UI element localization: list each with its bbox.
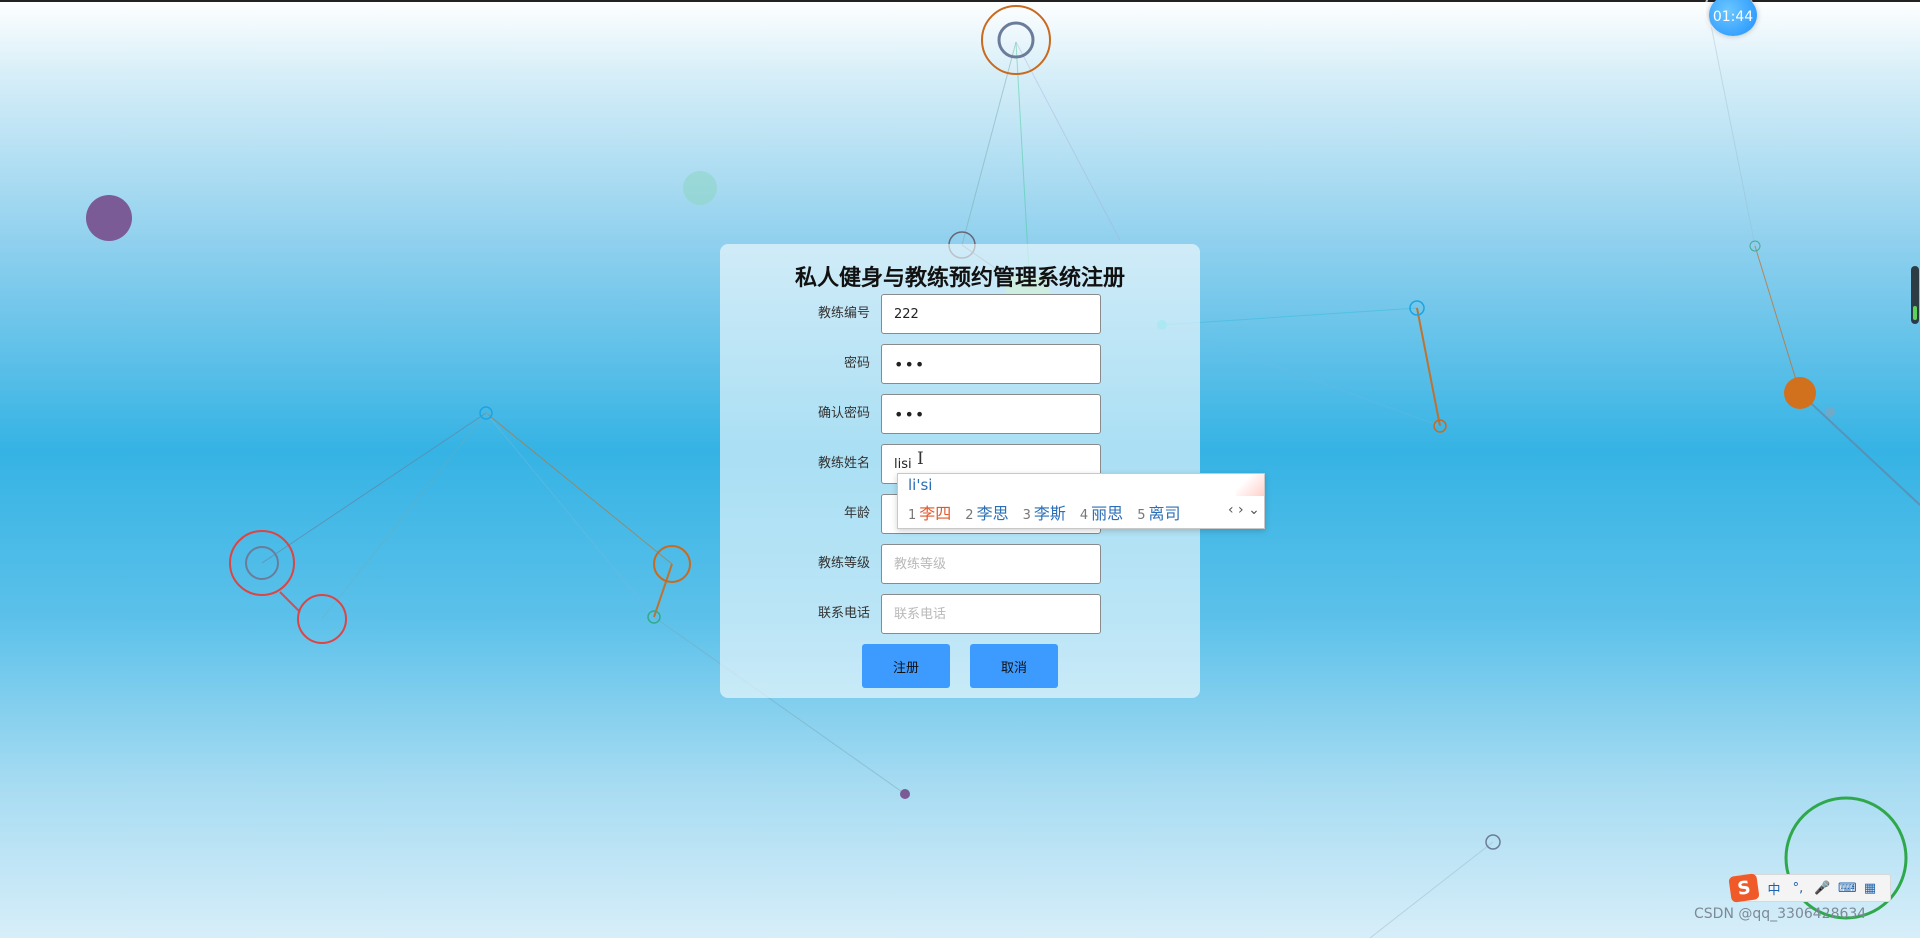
ime-skin-decoration bbox=[1236, 474, 1264, 496]
chinese-mode-icon[interactable]: 中 bbox=[1766, 879, 1782, 898]
ime-candidate[interactable]: 3 李斯 bbox=[1023, 500, 1066, 524]
candidate-word: 李斯 bbox=[1033, 504, 1066, 523]
ime-candidate-list: 1 李四 2 李思 3 李斯 4 丽思 5 离司 bbox=[908, 500, 1194, 524]
candidate-number: 2 bbox=[965, 508, 974, 523]
candidate-number: 5 bbox=[1137, 508, 1146, 523]
ime-page-nav-icon[interactable]: ‹ › ⌄ bbox=[1228, 502, 1260, 518]
age-label: 年龄 bbox=[843, 506, 870, 521]
password-label: 密码 bbox=[843, 356, 870, 371]
candidate-number: 1 bbox=[908, 508, 917, 523]
ime-candidate[interactable]: 5 离司 bbox=[1137, 500, 1180, 524]
form-row-confirm-password: 确认密码 bbox=[720, 394, 1200, 434]
coach-level-input[interactable] bbox=[881, 544, 1101, 584]
candidate-word: 李思 bbox=[976, 504, 1009, 523]
candidate-word: 离司 bbox=[1148, 504, 1181, 523]
ime-toolbar: S 中 °, 🎤 ⌨ ▦ bbox=[1728, 873, 1891, 903]
coach-level-label: 教练等级 bbox=[817, 556, 870, 571]
ime-candidate[interactable]: 4 丽思 bbox=[1080, 500, 1123, 524]
coach-id-label: 教练编号 bbox=[817, 306, 870, 321]
candidate-number: 4 bbox=[1079, 508, 1089, 523]
candidate-word: 丽思 bbox=[1091, 504, 1124, 523]
candidate-word: 李四 bbox=[919, 504, 952, 523]
microphone-icon[interactable]: 🎤 bbox=[1814, 881, 1830, 896]
form-row-coach-id: 教练编号 bbox=[720, 294, 1200, 334]
punctuation-icon[interactable]: °, bbox=[1790, 881, 1806, 896]
coach-name-label: 教练姓名 bbox=[817, 456, 870, 471]
sogou-logo-icon[interactable]: S bbox=[1728, 873, 1760, 903]
ime-composition: li'si bbox=[908, 476, 933, 494]
toolbox-icon[interactable]: ▦ bbox=[1862, 881, 1878, 896]
ime-candidate[interactable]: 1 李四 bbox=[908, 500, 951, 524]
confirm-password-input[interactable] bbox=[881, 394, 1101, 434]
form-row-phone: 联系电话 bbox=[720, 594, 1200, 634]
scroll-indicator bbox=[1911, 266, 1919, 324]
scroll-indicator-fill bbox=[1913, 306, 1917, 320]
phone-input[interactable] bbox=[881, 594, 1101, 634]
cancel-button[interactable]: 取消 bbox=[970, 644, 1058, 688]
candidate-number: 3 bbox=[1022, 508, 1031, 523]
ime-candidate[interactable]: 2 李思 bbox=[965, 500, 1008, 524]
confirm-password-label: 确认密码 bbox=[817, 406, 870, 421]
register-button[interactable]: 注册 bbox=[862, 644, 950, 688]
phone-label: 联系电话 bbox=[817, 606, 870, 621]
register-panel: 私人健身与教练预约管理系统注册 教练编号 密码 确认密码 教练姓名 I 年龄 教… bbox=[720, 244, 1200, 698]
coach-id-input[interactable] bbox=[881, 294, 1101, 334]
watermark: CSDN @qq_3306428634 bbox=[1694, 906, 1867, 922]
password-input[interactable] bbox=[881, 344, 1101, 384]
ime-candidate-popup: li'si 1 李四 2 李思 3 李斯 4 丽思 5 离司 ‹ › ⌄ bbox=[897, 473, 1265, 529]
form-row-password: 密码 bbox=[720, 344, 1200, 384]
keyboard-icon[interactable]: ⌨ bbox=[1838, 881, 1857, 896]
page-title: 私人健身与教练预约管理系统注册 bbox=[794, 266, 1125, 291]
text-cursor-icon: I bbox=[917, 449, 924, 469]
form-row-coach-level: 教练等级 bbox=[720, 544, 1200, 584]
